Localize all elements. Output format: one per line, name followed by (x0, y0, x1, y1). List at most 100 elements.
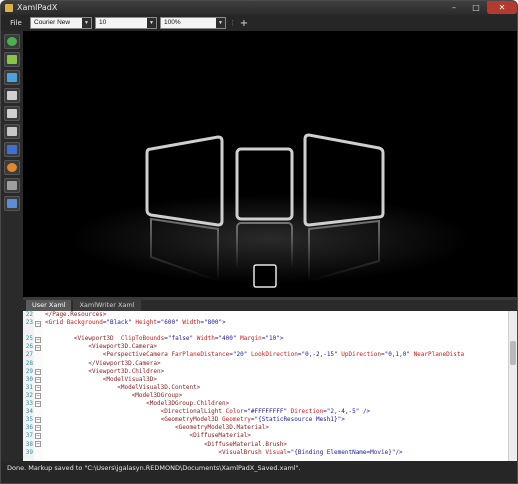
document-button[interactable] (4, 124, 20, 139)
code-token: 20 (236, 351, 244, 359)
fold-toggle-icon[interactable]: − (35, 377, 41, 383)
code-line: <GeometryModel3D Geometry="{StaticResour… (45, 416, 507, 424)
editor-tabs: User Xaml XamlWriter Xaml (23, 300, 517, 311)
code-token: =" (243, 408, 251, 416)
fold-toggle-icon[interactable]: − (35, 393, 41, 399)
line-number: 33 (25, 400, 33, 408)
file-menu[interactable]: File (5, 19, 27, 27)
text-button[interactable] (4, 88, 20, 103)
font-family-select[interactable]: Courier New ▼ (30, 17, 92, 29)
camera-button[interactable] (4, 160, 20, 175)
code-token: =" (214, 335, 223, 343)
line-number: 32 (25, 391, 33, 399)
maximize-button[interactable]: □ (465, 1, 487, 14)
camera-icon (7, 163, 17, 172)
code-token: <Viewport3D.Children> (45, 367, 165, 375)
fold-toggle-icon[interactable]: − (35, 321, 41, 327)
code-token: <PerspectiveCamera (45, 351, 172, 359)
code-token: <DiffuseMaterial.Brush> (45, 440, 288, 448)
chevron-down-icon: ▼ (216, 18, 225, 28)
code-token: <DiffuseMaterial> (45, 432, 251, 440)
code-token: "> (218, 319, 226, 327)
line-number: 38 (25, 440, 33, 448)
font-family-value: Courier New (34, 19, 71, 26)
chevron-down-icon: ▼ (147, 18, 156, 28)
tab-user-xaml[interactable]: User Xaml (26, 300, 72, 311)
line-number: 26 (25, 343, 33, 351)
chevron-down-icon: ▼ (82, 18, 91, 28)
code-token: <VisualBrush (45, 448, 266, 456)
fold-toggle-icon[interactable]: − (35, 369, 41, 375)
puzzle-button[interactable] (4, 52, 20, 67)
tab-xamlwriter-xaml[interactable]: XamlWriter Xaml (73, 300, 141, 311)
code-token: " (243, 351, 251, 359)
line-number: 30 (25, 375, 33, 383)
code-line: <ModelVisual3D.Content> (45, 384, 507, 392)
code-token: =" (200, 319, 208, 327)
settings-button[interactable] (4, 178, 20, 193)
code-line: <Grid Background="Black" Height="600" Wi… (45, 319, 507, 327)
minimize-button[interactable]: – (443, 1, 465, 14)
code-token: NearPlaneDista (413, 351, 465, 359)
code-token: 800 (207, 319, 219, 327)
code-token: </Viewport3D.Camera> (45, 359, 161, 367)
code-token: <ModelVisual3D> (45, 375, 157, 383)
code-token: 2,-4,-5 (330, 408, 356, 416)
printer-button[interactable] (4, 106, 20, 121)
line-number: 39 (25, 448, 33, 456)
window-button[interactable] (4, 196, 20, 211)
small-frame[interactable] (253, 264, 277, 288)
code-token: Color (225, 408, 244, 416)
code-token: "> (276, 335, 284, 343)
close-button[interactable]: ✕ (487, 1, 517, 14)
fold-toggle-icon[interactable]: − (35, 433, 41, 439)
code-token: <ModelVisual3D.Content> (45, 383, 201, 391)
toolbar-grip-icon[interactable]: ⋮ (229, 19, 236, 27)
code-line: <DiffuseMaterial> (45, 432, 507, 440)
font-size-select[interactable]: 10 ▼ (95, 17, 157, 29)
code-token: </Page.Resources> (45, 311, 107, 318)
title-bar[interactable]: XamlPadX – □ ✕ (1, 1, 517, 15)
clipboard-icon (7, 73, 17, 82)
zoom-select[interactable]: 100% ▼ (160, 17, 226, 29)
fold-toggle-icon[interactable]: − (35, 417, 41, 423)
code-token: " (406, 351, 414, 359)
globe-button[interactable] (4, 34, 20, 49)
line-number: 37 (25, 432, 33, 440)
fold-toggle-icon[interactable]: − (35, 345, 41, 351)
code-token: Margin (240, 335, 262, 343)
fold-toggle-icon[interactable]: − (35, 385, 41, 391)
status-bar: Done. Markup saved to "C:\Users\jgalasyn… (1, 461, 517, 483)
code-token: Geometry (222, 416, 251, 424)
fold-toggle-icon[interactable]: − (35, 337, 41, 343)
window-controls: – □ ✕ (443, 1, 517, 15)
fold-toggle-icon[interactable]: − (35, 401, 41, 407)
code-line: <Model3DGroup.Children> (45, 400, 507, 408)
line-number: 22 (25, 311, 33, 318)
code-line: <DirectionalLight Color="#FFFFFFFF" Dire… (45, 408, 507, 416)
code-token: LookDirection (250, 351, 298, 359)
code-line: <VisualBrush Visual="{Binding ElementNam… (45, 449, 507, 457)
printer-icon (7, 109, 17, 118)
code-line: <Model3DGroup> (45, 392, 507, 400)
line-number (23, 327, 33, 335)
code-line: <Viewport3D.Camera> (45, 343, 507, 351)
app-icon (5, 4, 13, 12)
window-icon (7, 199, 17, 208)
fold-toggle-icon[interactable]: − (35, 441, 41, 447)
code-line: <Viewport3D ClipToBounds="false" Width="… (45, 335, 507, 343)
xaml-preview[interactable] (23, 31, 517, 297)
scrollbar-thumb[interactable] (510, 341, 516, 365)
toolbar: File Courier New ▼ 10 ▼ 100% ▼ ⋮ + (1, 15, 517, 31)
vertical-scrollbar[interactable] (508, 311, 517, 461)
book-button[interactable] (4, 142, 20, 157)
code-token: ClipToBounds (120, 335, 165, 343)
fold-toggle-icon[interactable]: − (35, 425, 41, 431)
clipboard-button[interactable] (4, 70, 20, 85)
code-area[interactable]: </Page.Resources> <Grid Background="Black… (45, 311, 507, 461)
code-token: "> (337, 416, 345, 424)
code-token: =" (261, 335, 270, 343)
add-button[interactable]: + (238, 18, 250, 29)
code-token: <GeometryModel3D.Material> (45, 424, 269, 432)
xaml-editor[interactable]: 22 23 25 26 27 28 29 30 31 32 33 34 35 36 37 38 39 − − −… (23, 311, 517, 461)
